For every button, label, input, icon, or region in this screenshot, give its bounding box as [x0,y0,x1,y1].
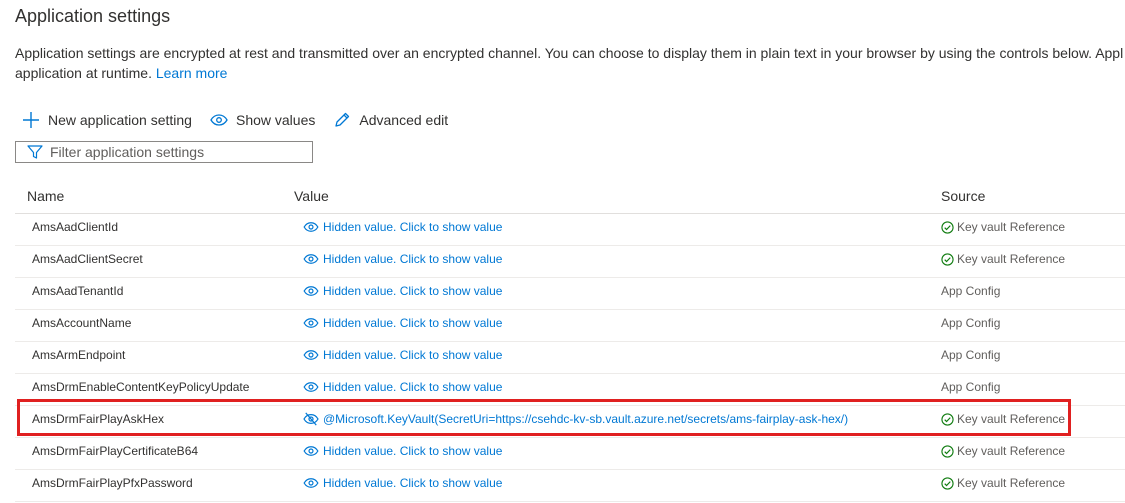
advanced-edit-label: Advanced edit [359,112,449,128]
setting-source: Key vault Reference [941,444,1065,458]
setting-value-link[interactable]: Hidden value. Click to show value [303,316,502,330]
eye-icon [303,318,319,328]
setting-name: AmsDrmEnableContentKeyPolicyUpdate [32,380,250,394]
eye-icon [303,446,319,456]
new-application-setting-button[interactable]: New application setting [22,111,192,129]
learn-more-link[interactable]: Learn more [156,65,228,81]
advanced-edit-button[interactable]: Advanced edit [333,111,448,129]
setting-source-text: Key vault Reference [957,252,1066,266]
page-title: Application settings [15,6,171,26]
setting-name: AmsDrmFairPlayCertificateB64 [32,444,199,458]
setting-source-text: Key vault Reference [957,476,1066,490]
column-header-source[interactable]: Source [941,188,985,204]
setting-value-link[interactable]: Hidden value. Click to show value [303,348,502,362]
table-row[interactable]: AmsAadClientId Hidden value. Click to sho… [15,214,1125,246]
setting-value-text: Hidden value. Click to show value [323,316,503,330]
filter-box [15,141,313,163]
eye-icon [303,382,319,392]
setting-source: App Config [941,316,1000,330]
setting-value-text: Hidden value. Click to show value [323,476,503,490]
eye-icon [303,350,319,360]
toolbar: New application setting Show values Adva… [22,109,466,131]
setting-source-text: App Config [941,316,1001,330]
setting-source-text: App Config [941,380,1001,394]
table-row[interactable]: AmsArmEndpoint Hidden value. Click to sho… [15,342,1125,374]
eye-icon [303,254,319,264]
setting-value-text: Hidden value. Click to show value [323,284,503,298]
setting-value-link[interactable]: Hidden value. Click to show value [303,444,502,458]
setting-name: AmsAadClientId [32,220,119,234]
setting-source: App Config [941,380,1000,394]
filter-icon [27,145,43,159]
table-row[interactable]: AmsDrmFairPlayCertificateB64 Hidden value… [15,438,1125,470]
description-line-1: Application settings are encrypted at re… [15,45,1124,61]
setting-source: App Config [941,284,1000,298]
show-values-button[interactable]: Show values [210,112,315,128]
setting-value-text: Hidden value. Click to show value [323,380,503,394]
setting-name: AmsAadTenantId [32,284,124,298]
eye-icon [210,114,228,126]
show-values-label: Show values [235,112,316,128]
setting-source-text: App Config [941,284,1001,298]
setting-source: App Config [941,348,1000,362]
pencil-icon [335,112,350,127]
setting-source-text: Key vault Reference [957,220,1066,234]
new-application-setting-label: New application setting [48,112,192,128]
plus-icon [23,112,39,128]
setting-value-text: Hidden value. Click to show value [323,348,503,362]
setting-source: Key vault Reference [941,476,1065,490]
setting-source-text: App Config [941,348,1001,362]
filter-input[interactable] [50,144,290,160]
check-circle-icon [941,476,954,490]
setting-name: AmsDrmFairPlayPfxPassword [32,476,193,490]
column-header-name[interactable]: Name [27,188,64,204]
setting-source: Key vault Reference [941,220,1065,234]
table-row[interactable]: AmsAadTenantId Hidden value. Click to sho… [15,278,1125,310]
setting-source: Key vault Reference [941,252,1065,266]
check-circle-icon [941,220,954,234]
table-row[interactable]: AmsAccountName Hidden value. Click to sho… [15,310,1125,342]
eye-icon [303,286,319,296]
table-row[interactable]: AmsDrmFairPlayPfxPassword Hidden value. C… [15,470,1125,502]
check-circle-icon [941,252,954,266]
setting-value-link[interactable]: Hidden value. Click to show value [303,220,502,234]
setting-name: AmsArmEndpoint [32,348,126,362]
setting-name: AmsAadClientSecret [32,252,143,266]
column-header-value[interactable]: Value [294,188,329,204]
check-circle-icon [941,444,954,458]
setting-name: AmsAccountName [32,316,132,330]
table-row[interactable]: AmsAadClientSecret Hidden value. Click to… [15,246,1125,278]
description-line-2-text: application at runtime. [15,65,152,81]
setting-value-link[interactable]: Hidden value. Click to show value [303,380,502,394]
setting-value-link[interactable]: Hidden value. Click to show value [303,252,502,266]
eye-icon [303,478,319,488]
highlight-box [17,399,1071,436]
page-description: Application settings are encrypted at re… [15,43,1125,83]
eye-icon [303,222,319,232]
setting-value-link[interactable]: Hidden value. Click to show value [303,476,502,490]
description-line-2: application at runtime. Learn more [15,63,1125,83]
setting-value-text: Hidden value. Click to show value [323,220,503,234]
setting-value-text: Hidden value. Click to show value [323,252,503,266]
setting-value-link[interactable]: Hidden value. Click to show value [303,284,502,298]
setting-source-text: Key vault Reference [957,444,1066,458]
setting-value-text: Hidden value. Click to show value [323,444,503,458]
